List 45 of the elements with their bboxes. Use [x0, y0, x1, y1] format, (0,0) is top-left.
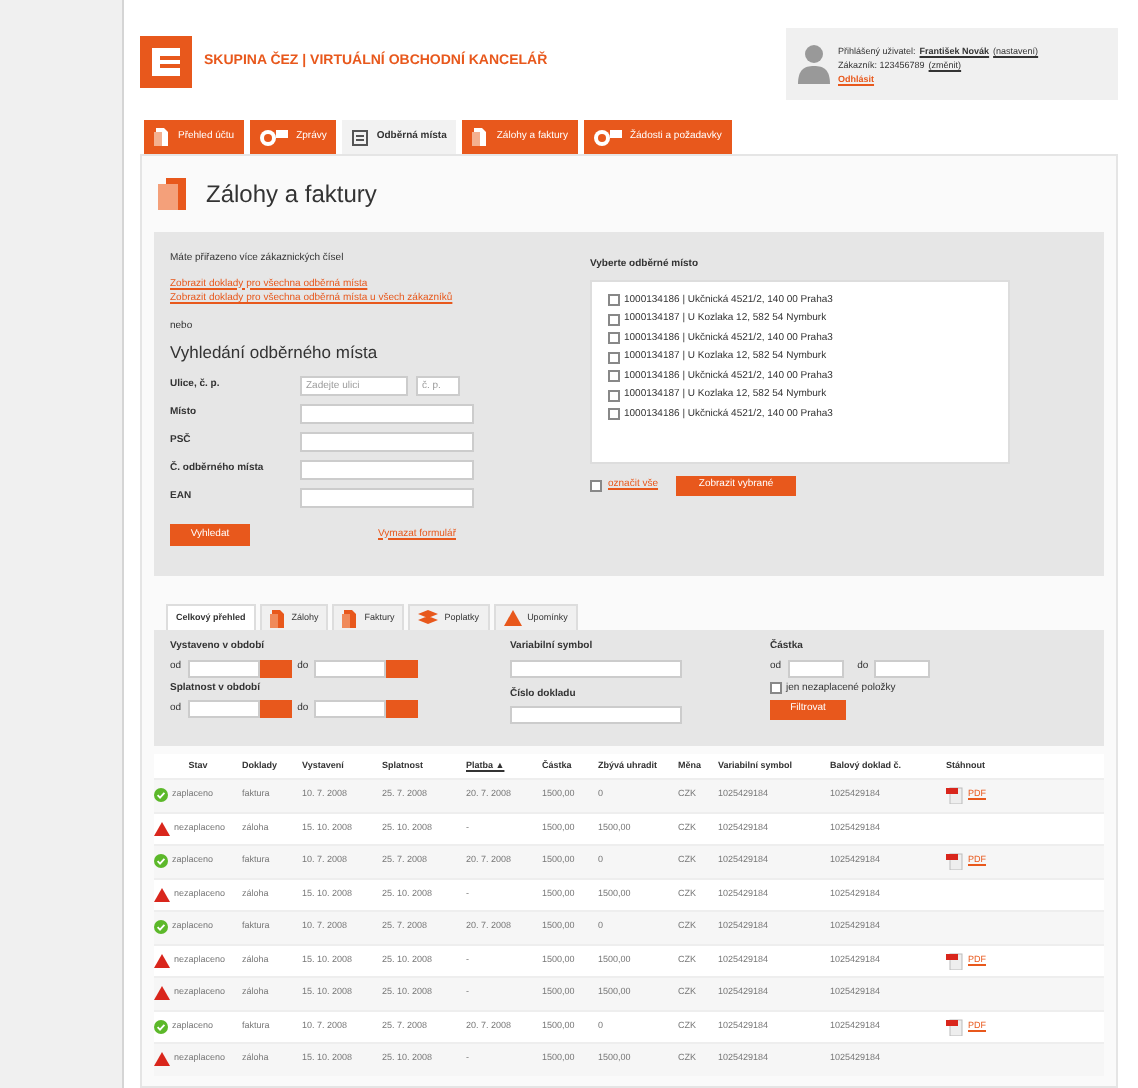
- amount-field[interactable]: [787, 659, 844, 677]
- warning-icon: [503, 610, 522, 626]
- warning-icon: [154, 821, 170, 836]
- document-icon: [154, 128, 170, 146]
- warning-icon: [154, 953, 170, 968]
- calendar-button[interactable]: [259, 700, 292, 718]
- page-title: Zálohy a faktury: [206, 178, 377, 212]
- checkbox[interactable]: [608, 370, 620, 383]
- text-field[interactable]: [510, 659, 682, 677]
- document-icon: [269, 609, 286, 627]
- text-field[interactable]: [300, 431, 474, 452]
- date-field[interactable]: [314, 659, 387, 677]
- date-field[interactable]: [187, 659, 260, 677]
- text-field[interactable]: [300, 459, 474, 480]
- checkbox[interactable]: [590, 479, 602, 491]
- pdf-icon: [946, 951, 964, 970]
- document-icon: [472, 128, 489, 146]
- date-field[interactable]: [187, 700, 260, 718]
- calendar-button[interactable]: [259, 659, 292, 677]
- checkbox[interactable]: [608, 408, 620, 421]
- checkbox[interactable]: [770, 682, 782, 695]
- text-field[interactable]: [510, 706, 682, 724]
- checkbox[interactable]: [608, 313, 620, 326]
- stack-icon: [418, 610, 439, 626]
- user-avatar-icon: [798, 44, 830, 84]
- text-field[interactable]: [300, 487, 474, 508]
- amount-field[interactable]: [874, 659, 931, 677]
- document-icon: [342, 609, 359, 627]
- logo-icon: [140, 36, 192, 88]
- calendar-button[interactable]: [386, 659, 419, 677]
- checkbox[interactable]: [608, 389, 620, 402]
- warning-icon: [154, 986, 170, 1001]
- checkbox[interactable]: [608, 294, 620, 307]
- calendar-button[interactable]: [386, 700, 419, 718]
- warning-icon: [154, 887, 170, 902]
- warning-icon: [154, 1052, 170, 1067]
- checkbox[interactable]: [608, 351, 620, 364]
- pdf-icon: [946, 786, 964, 805]
- checkbox[interactable]: [608, 332, 620, 345]
- pdf-icon: [946, 1017, 964, 1036]
- text-field[interactable]: [300, 403, 474, 424]
- section-heading: Vyhledání odběrného místa: [170, 340, 380, 366]
- date-field[interactable]: [314, 700, 387, 718]
- list-icon: [352, 129, 369, 145]
- pdf-icon: [946, 852, 964, 871]
